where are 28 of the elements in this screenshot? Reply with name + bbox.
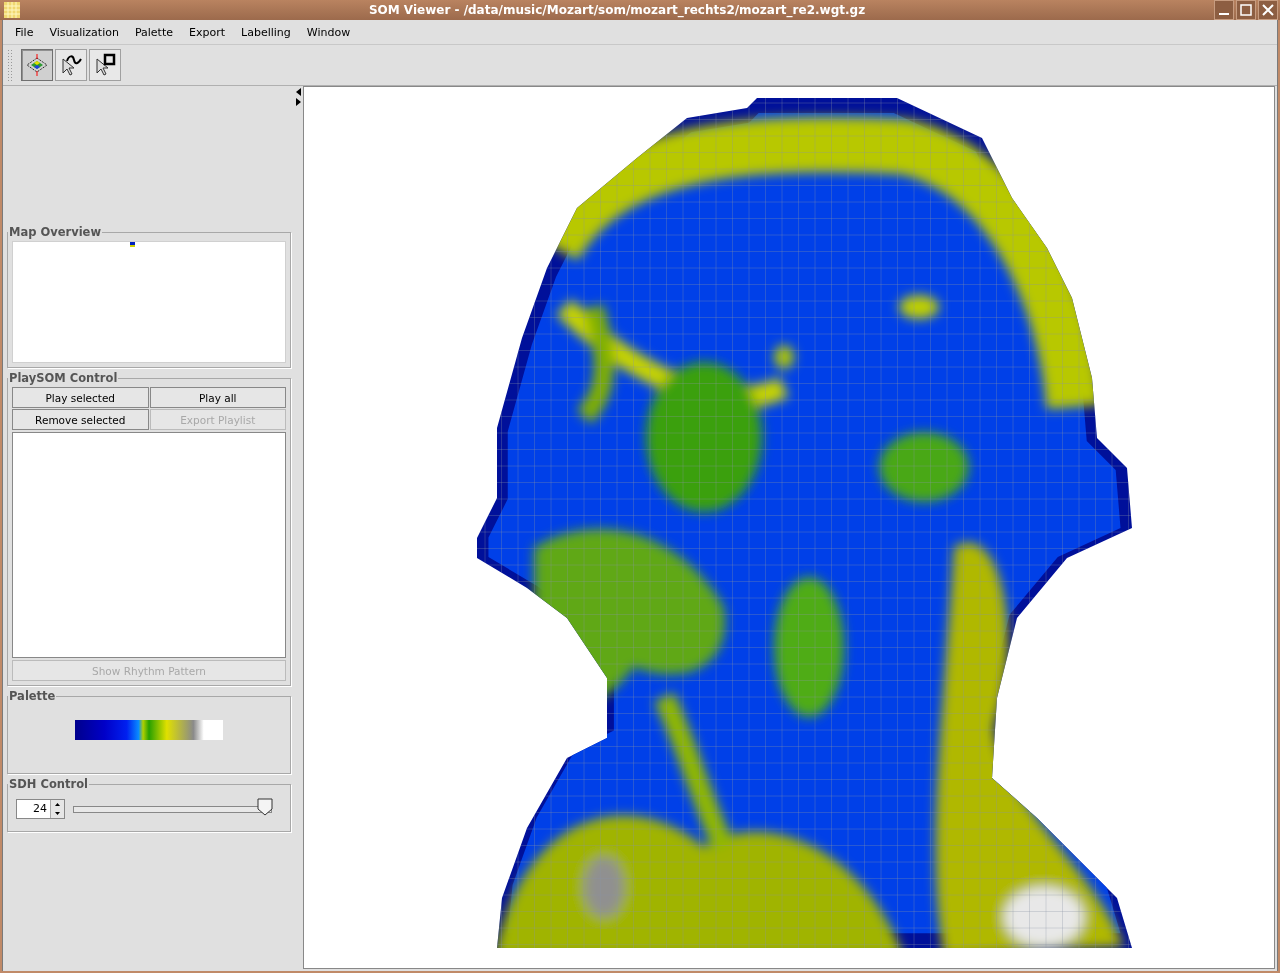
minimize-icon — [1219, 13, 1229, 15]
menu-item[interactable]: Visualization — [41, 25, 127, 39]
playsom-button[interactable]: Play selected — [12, 387, 149, 408]
pointer-square-icon — [93, 53, 117, 77]
playsom-button[interactable]: Remove selected — [12, 409, 149, 430]
panel-title: Map Overview — [8, 225, 103, 239]
tool-button[interactable] — [89, 49, 121, 81]
menu-item[interactable]: File — [7, 25, 42, 39]
panel-title: Palette — [8, 689, 57, 703]
map-thumbnail-icon — [130, 242, 135, 247]
slider-thumb[interactable] — [257, 797, 274, 816]
panel-title: SDH Control — [8, 777, 89, 791]
maximize-icon — [1240, 4, 1252, 16]
app-icon — [4, 2, 20, 18]
playsom-button[interactable]: Play all — [149, 387, 286, 408]
menu-item[interactable]: Labelling — [233, 25, 299, 39]
minimize-button[interactable] — [1214, 0, 1234, 20]
pointer-wave-icon — [59, 53, 83, 77]
close-button[interactable] — [1258, 0, 1278, 20]
window-title: SOM Viewer - /data/music/Mozart/som/mozart_rechts2/mozart_re2.wgt.gz — [367, 3, 867, 17]
panel-title: PlaySOM Control — [8, 371, 119, 385]
spinner-field[interactable]: 24 — [16, 799, 65, 819]
menu-item[interactable]: Window — [298, 25, 359, 39]
close-icon — [1262, 4, 1274, 16]
menu-item[interactable]: Palette — [126, 25, 181, 39]
tool-button[interactable] — [55, 49, 87, 81]
menu-item[interactable]: Export — [181, 25, 234, 39]
maximize-button[interactable] — [1236, 0, 1256, 20]
